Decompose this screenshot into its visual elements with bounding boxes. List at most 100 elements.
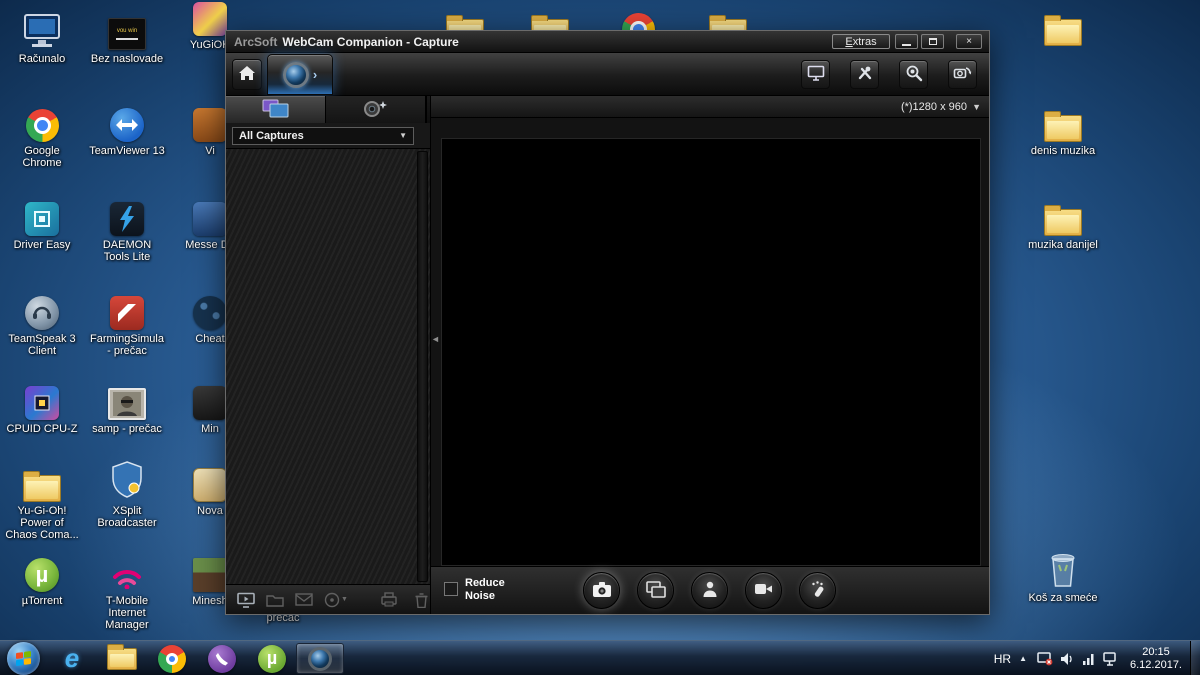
webcam-lens-icon	[283, 62, 309, 88]
main-toolbar: ›	[226, 53, 989, 96]
media-capture-button[interactable]	[745, 572, 782, 609]
desktop-icon-label: muzika danijel	[1025, 239, 1101, 251]
burst-capture-button[interactable]	[637, 572, 674, 609]
captures-list[interactable]	[226, 149, 430, 584]
minimize-button[interactable]	[895, 34, 918, 49]
capture-mode-button[interactable]: ›	[267, 54, 333, 95]
folder-icon	[23, 475, 61, 502]
captures-filter-select[interactable]: All Captures ▼	[232, 127, 414, 145]
taskbar-chrome[interactable]	[152, 643, 192, 674]
network-icon[interactable]	[1103, 652, 1119, 666]
filter-row: All Captures ▼	[226, 123, 430, 149]
desktop-icon-google-chrome[interactable]: Google Chrome	[4, 98, 80, 169]
titlebar[interactable]: ArcSoft WebCam Companion - Capture Extra…	[226, 31, 989, 53]
hidden-icons-arrow[interactable]: ▲	[1019, 654, 1027, 663]
delete-button[interactable]	[414, 592, 429, 608]
desktop-icon-xsplit[interactable]: XSplit Broadcaster	[89, 458, 165, 529]
volume-icon[interactable]	[1060, 652, 1075, 666]
captures-scrollbar[interactable]	[417, 151, 428, 582]
maximize-button[interactable]	[921, 34, 944, 49]
print-button[interactable]	[380, 592, 398, 607]
desktop-icon-yugioh-folder[interactable]: Yu-Gi-Oh! Power of Chaos Coma...	[4, 458, 80, 541]
resolution-value: (*)1280 x 960	[901, 101, 967, 113]
taskbar-webcam-companion-active[interactable]	[296, 643, 344, 674]
capture-controls-bar: Reduce Noise	[431, 566, 989, 614]
desktop-icon-label: TeamSpeak 3 Client	[4, 333, 80, 357]
reduce-noise-checkbox[interactable]	[444, 582, 458, 596]
system-tray: HR ▲ 20:15 6.12.2017.	[994, 641, 1200, 675]
tools-icon	[856, 64, 874, 85]
switch-camera-button[interactable]	[948, 60, 977, 89]
desktop-icon-teamspeak[interactable]: TeamSpeak 3 Client	[4, 286, 80, 357]
desktop-icon-utorrent[interactable]: µ µTorrent	[4, 548, 80, 607]
effects-button[interactable]	[799, 572, 836, 609]
desktop-icon-top-folder-4[interactable]	[1025, 2, 1101, 49]
taskbar-viber[interactable]	[202, 643, 242, 674]
close-button[interactable]: ×	[956, 34, 982, 49]
desktop-icon-daemon-tools[interactable]: DAEMON Tools Lite	[89, 192, 165, 263]
maximize-icon	[929, 38, 937, 45]
desktop-icon-muzika-danijel[interactable]: muzika danijel	[1025, 192, 1101, 251]
desktop-icon-tmobile[interactable]: T-Mobile Internet Manager	[89, 548, 165, 631]
clock-date: 6.12.2017.	[1130, 659, 1182, 672]
desktop-icon-label: CPUID CPU-Z	[4, 423, 80, 435]
taskbar-ie[interactable]: e	[52, 643, 92, 674]
desktop-icon-teamviewer[interactable]: TeamViewer 13	[89, 98, 165, 157]
chrome-icon	[158, 645, 186, 673]
settings-button[interactable]	[850, 60, 879, 89]
desktop-icon-label: µTorrent	[4, 595, 80, 607]
document-icon	[193, 468, 227, 502]
reduce-noise-label: Reduce Noise	[465, 577, 521, 603]
desktop-icon-driver-easy[interactable]: Driver Easy	[4, 192, 80, 251]
start-button[interactable]	[7, 642, 40, 675]
desktop-icon-label: XSplit Broadcaster	[89, 505, 165, 529]
photo-capture-button[interactable]	[583, 572, 620, 609]
folder-icon	[1044, 209, 1082, 236]
desktop-icon-farming-simulator[interactable]: FarmingSimula - prečac	[89, 286, 165, 357]
open-folder-button[interactable]	[266, 593, 284, 607]
desktop-icon-denis-muzika[interactable]: denis muzika	[1025, 98, 1101, 157]
desktop-icon-computer[interactable]: Računalo	[4, 6, 80, 65]
utorrent-icon: µ	[25, 558, 59, 592]
tabs-filler	[426, 96, 430, 123]
submenu-arrow-icon: ›	[313, 67, 317, 82]
window-content: All Captures ▼ ▼	[226, 96, 989, 614]
internet-explorer-icon: e	[65, 643, 79, 674]
app-icon	[193, 108, 227, 142]
taskbar-utorrent[interactable]: µ	[252, 643, 292, 674]
taskbar-explorer[interactable]	[102, 643, 142, 674]
video-record-button[interactable]	[691, 572, 728, 609]
webcam-lens-icon	[308, 647, 332, 671]
device-search-button[interactable]	[899, 60, 928, 89]
desktop-icon-cpuz[interactable]: CPUID CPU-Z	[4, 376, 80, 435]
show-desktop-button[interactable]	[1190, 641, 1200, 675]
tab-captures[interactable]	[226, 96, 326, 123]
action-center-icon[interactable]	[1037, 651, 1053, 666]
signal-icon[interactable]	[1082, 652, 1096, 665]
desktop-icon-samp[interactable]: samp - prečac	[89, 376, 165, 435]
app-icon	[193, 202, 227, 236]
taskbar-clock[interactable]: 20:15 6.12.2017.	[1130, 646, 1182, 672]
slideshow-button[interactable]	[237, 592, 255, 608]
extras-menu-button[interactable]: Extras	[832, 34, 890, 49]
tab-webcam-effects[interactable]	[326, 96, 426, 123]
desktop-icon-recycle-bin[interactable]: Koš za smeće	[1025, 545, 1101, 604]
home-button[interactable]	[232, 59, 262, 90]
desktop-icon-label: TeamViewer 13	[89, 145, 165, 157]
utorrent-icon: µ	[258, 645, 286, 673]
email-button[interactable]	[295, 593, 313, 606]
folder-icon	[1044, 19, 1082, 46]
farming-simulator-icon	[110, 296, 144, 330]
fullscreen-preview-button[interactable]	[801, 60, 830, 89]
burn-disc-button[interactable]: ▼	[324, 592, 348, 608]
desktop-icon-bez-naslovade[interactable]: vou win Bez naslovade	[89, 6, 165, 65]
app-icon	[193, 296, 227, 330]
photo-icon	[108, 388, 146, 420]
language-indicator[interactable]: HR	[994, 652, 1011, 666]
desktop-icon-label: samp - prečac	[89, 423, 165, 435]
folder-icon	[1044, 115, 1082, 142]
chevron-down-icon: ▼	[341, 596, 348, 603]
collapse-panel-arrow[interactable]: ◄	[431, 334, 440, 344]
chevron-down-icon: ▼	[399, 131, 407, 140]
resolution-dropdown[interactable]: (*)1280 x 960 ▼	[431, 96, 989, 118]
